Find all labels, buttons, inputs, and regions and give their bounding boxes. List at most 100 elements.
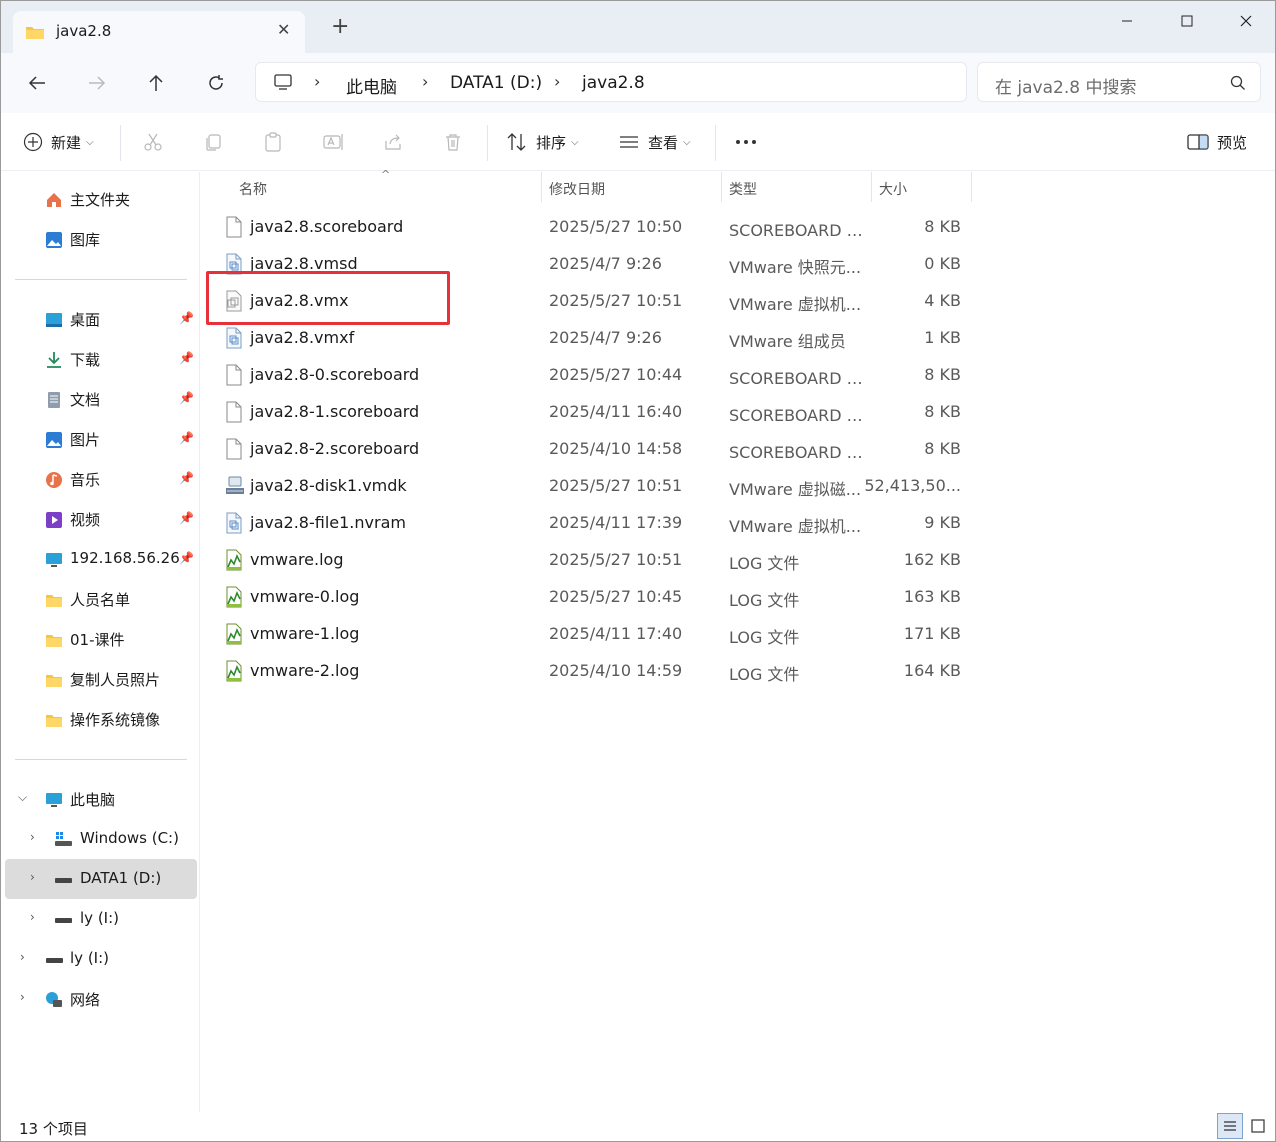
cut-button[interactable] (143, 113, 163, 171)
column-divider[interactable] (971, 172, 972, 202)
chevron-down-icon[interactable]: ⌵ (18, 790, 27, 805)
up-button[interactable] (144, 71, 168, 95)
file-row[interactable]: java2.8-file1.nvram 2025/4/11 17:39 VMware… (201, 504, 1275, 541)
pin-icon[interactable]: 📌 (179, 431, 194, 445)
file-row[interactable]: java2.8-1.scoreboard 2025/4/11 16:40 SCORE… (201, 393, 1275, 430)
file-row[interactable]: vmware-2.log 2025/4/10 14:59 LOG 文件 164 KB (201, 652, 1275, 689)
clipboard-icon (265, 132, 281, 152)
pin-icon[interactable]: 📌 (179, 351, 194, 365)
pin-icon[interactable]: 📌 (179, 551, 194, 565)
column-label-date: 修改日期 (549, 182, 605, 198)
folder-icon (26, 27, 44, 39)
new-button[interactable]: 新建 ⌵ (23, 113, 94, 171)
chevron-right-icon[interactable]: › (30, 910, 35, 924)
new-label: 新建 (51, 133, 82, 152)
file-row[interactable]: java2.8-0.scoreboard 2025/5/27 10:44 SCORE… (201, 356, 1275, 393)
blank-file-icon (224, 216, 244, 238)
sidebar-item-videos[interactable]: 视频 📌 (1, 499, 200, 539)
file-row[interactable]: java2.8.scoreboard 2025/5/27 10:50 SCOREBO… (201, 208, 1275, 245)
column-header-name[interactable]: 名称 ^ (201, 168, 541, 202)
close-window-button[interactable] (1226, 7, 1266, 35)
file-name: vmware-0.log (250, 587, 360, 606)
more-options-button[interactable] (735, 113, 757, 171)
file-date-modified: 2025/4/11 16:40 (549, 402, 683, 421)
chevron-right-icon[interactable]: › (20, 950, 25, 964)
sidebar-item-folder[interactable]: 01-课件 (1, 619, 200, 659)
sidebar-item-label: 操作系统镜像 (70, 711, 161, 729)
windows-drive-icon (55, 832, 72, 846)
tab-java2-8[interactable]: java2.8 ✕ (13, 11, 305, 53)
delete-button[interactable] (443, 113, 463, 171)
file-row[interactable]: java2.8-2.scoreboard 2025/4/10 14:58 SCORE… (201, 430, 1275, 467)
gallery-icon (46, 232, 62, 248)
column-header-size[interactable]: 大小 (872, 172, 971, 202)
chevron-right-icon[interactable]: › (30, 830, 35, 844)
pin-icon[interactable]: 📌 (179, 311, 194, 325)
details-view-button[interactable] (1217, 1113, 1243, 1139)
rename-button[interactable] (323, 113, 345, 171)
sidebar-item-label: 192.168.56.26 (70, 549, 180, 567)
breadcrumb-this-pc[interactable]: 此电脑 (346, 73, 397, 98)
file-row[interactable]: vmware.log 2025/5/27 10:51 LOG 文件 162 KB (201, 541, 1275, 578)
close-tab-icon[interactable]: ✕ (277, 20, 290, 39)
breadcrumb-drive[interactable]: DATA1 (D:) (450, 73, 542, 93)
file-type: LOG 文件 (729, 665, 800, 684)
file-date-modified: 2025/5/27 10:51 (549, 476, 683, 495)
view-button[interactable]: 查看 ⌵ (618, 113, 691, 171)
sidebar-item-label: 网络 (70, 991, 101, 1009)
sidebar-item-home[interactable]: 主文件夹 (1, 179, 200, 219)
folder-icon (46, 675, 62, 687)
minimize-button[interactable] (1107, 7, 1147, 35)
sidebar-item-pictures[interactable]: 图片 📌 (1, 419, 200, 459)
file-row[interactable]: vmware-0.log 2025/5/27 10:45 LOG 文件 163 KB (201, 578, 1275, 615)
file-size: 52,413,50... (864, 476, 961, 495)
pin-icon[interactable]: 📌 (179, 471, 194, 485)
share-button[interactable] (383, 113, 403, 171)
sidebar-item-folder[interactable]: 人员名单 (1, 579, 200, 619)
sidebar-item-network-share[interactable]: 192.168.56.26 📌 (1, 539, 200, 579)
sidebar-item-gallery[interactable]: 图库 (1, 219, 200, 259)
sidebar-item-documents[interactable]: 文档 📌 (1, 379, 200, 419)
address-bar[interactable]: › 此电脑 › DATA1 (D:) › java2.8 (255, 62, 967, 102)
sidebar-item-desktop[interactable]: 桌面 📌 (1, 299, 200, 339)
file-row[interactable]: java2.8-disk1.vmdk 2025/5/27 10:51 VMware … (201, 467, 1275, 504)
refresh-button[interactable] (204, 71, 228, 95)
sidebar-item-drive-c[interactable]: › Windows (C:) (1, 819, 200, 859)
sidebar-item-drive-i[interactable]: › ly (I:) (1, 899, 200, 939)
sort-button[interactable]: 排序 ⌵ (506, 113, 579, 171)
pin-icon[interactable]: 📌 (179, 391, 194, 405)
sidebar-item-downloads[interactable]: 下载 📌 (1, 339, 200, 379)
breadcrumb-folder[interactable]: java2.8 (582, 73, 645, 93)
tiles-view-button[interactable] (1245, 1113, 1271, 1139)
sidebar-item-label: ly (I:) (70, 949, 109, 967)
sidebar-item-folder[interactable]: 操作系统镜像 (1, 699, 200, 739)
file-type: LOG 文件 (729, 554, 800, 573)
back-button[interactable] (25, 71, 49, 95)
forward-button[interactable] (85, 71, 109, 95)
sidebar-item-this-pc[interactable]: ⌵ 此电脑 (1, 779, 200, 819)
copy-button[interactable] (203, 113, 223, 171)
preview-pane-button[interactable]: 预览 (1187, 113, 1247, 171)
sidebar-item-network[interactable]: › 网络 (1, 979, 200, 1019)
file-date-modified: 2025/4/11 17:40 (549, 624, 683, 643)
maximize-button[interactable] (1167, 7, 1207, 35)
sidebar-item-removable-drive[interactable]: › ly (I:) (1, 939, 200, 979)
column-header-date[interactable]: 修改日期 (542, 172, 721, 202)
close-icon (1240, 15, 1252, 27)
sidebar-item-label: 文档 (70, 391, 101, 409)
column-header-type[interactable]: 类型 (722, 172, 871, 202)
sidebar-item-folder[interactable]: 复制人员照片 (1, 659, 200, 699)
new-tab-button[interactable]: + (331, 16, 349, 38)
search-box[interactable]: 在 java2.8 中搜索 (977, 62, 1261, 102)
chevron-right-icon[interactable]: › (30, 870, 35, 884)
videos-icon (46, 512, 62, 528)
preview-label: 预览 (1217, 133, 1248, 152)
file-size: 0 KB (924, 254, 961, 273)
file-row[interactable]: vmware-1.log 2025/4/11 17:40 LOG 文件 171 KB (201, 615, 1275, 652)
paste-button[interactable] (263, 113, 283, 171)
sidebar-item-drive-d[interactable]: › DATA1 (D:) (5, 859, 197, 899)
download-icon (47, 352, 61, 368)
pin-icon[interactable]: 📌 (179, 511, 194, 525)
sidebar-item-music[interactable]: 音乐 📌 (1, 459, 200, 499)
chevron-right-icon[interactable]: › (20, 990, 25, 1004)
